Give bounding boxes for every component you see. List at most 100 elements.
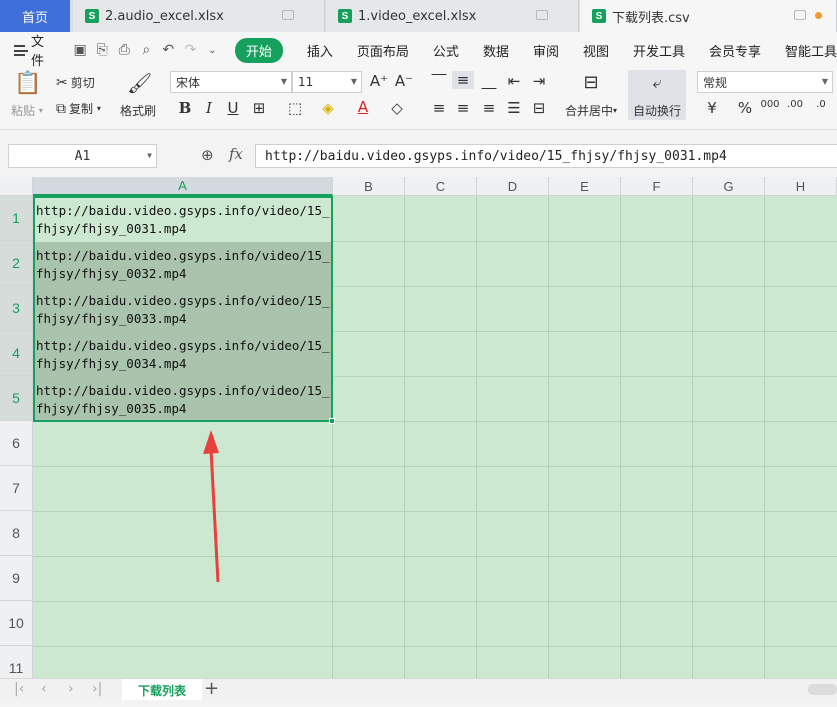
print-preview-icon[interactable]: ⌕: [140, 42, 153, 58]
select-all-corner[interactable]: [0, 177, 33, 196]
tab-video-excel[interactable]: S 1.video_excel.xlsx: [326, 0, 579, 32]
cell-a5[interactable]: http://baidu.video.gsyps.info/video/15_f…: [34, 377, 332, 422]
next-sheet-icon[interactable]: ›: [68, 681, 74, 697]
menu-developer[interactable]: 开发工具: [633, 41, 685, 60]
column-header-d[interactable]: D: [477, 177, 549, 196]
quick-access-dropdown-icon[interactable]: ⌄: [206, 42, 219, 58]
first-sheet-icon[interactable]: |‹: [14, 681, 24, 697]
cell-a2[interactable]: http://baidu.video.gsyps.info/video/15_f…: [34, 242, 332, 287]
bold-icon[interactable]: B: [174, 99, 196, 117]
menu-view[interactable]: 视图: [583, 41, 609, 60]
tab-window-icon[interactable]: [794, 10, 806, 20]
borders-icon[interactable]: ⊞: [248, 99, 270, 117]
redo-icon[interactable]: ↷: [184, 42, 197, 58]
align-left-icon[interactable]: ≡: [428, 99, 450, 117]
increase-font-icon[interactable]: A⁺: [368, 72, 390, 90]
export-icon[interactable]: ⎘: [96, 42, 109, 58]
row-header-5[interactable]: 5: [0, 376, 33, 421]
font-color-icon[interactable]: A: [352, 98, 374, 116]
copy-button[interactable]: ⧉ 复制 ▾: [56, 100, 101, 117]
format-painter-button[interactable]: 格式刷: [120, 102, 156, 119]
formula-input[interactable]: http://baidu.video.gsyps.info/video/15_f…: [255, 144, 837, 168]
column-header-e[interactable]: E: [549, 177, 621, 196]
undo-icon[interactable]: ↶: [162, 42, 175, 58]
row-header-11[interactable]: 11: [0, 646, 33, 678]
row-header-3[interactable]: 3: [0, 286, 33, 331]
row-header-6[interactable]: 6: [0, 421, 33, 466]
align-center-icon[interactable]: ≡: [452, 99, 474, 117]
column-header-a[interactable]: A: [33, 177, 333, 196]
spreadsheet-grid[interactable]: A B C D E F G H 1 2 3 4 5 6 7 8 9 10 11 …: [0, 177, 837, 678]
paste-icon[interactable]: 📋: [14, 71, 41, 96]
zoom-icon[interactable]: ⊕: [201, 146, 214, 164]
save-icon[interactable]: ▣: [73, 42, 86, 58]
underline-icon[interactable]: U: [222, 99, 244, 117]
menu-page-layout[interactable]: 页面布局: [357, 41, 409, 60]
justify-icon[interactable]: ☰: [503, 99, 525, 117]
decrease-decimal-icon[interactable]: .0: [810, 99, 832, 110]
add-sheet-icon[interactable]: +: [204, 678, 219, 699]
tab-window-icon[interactable]: [282, 10, 294, 20]
increase-indent-icon[interactable]: ⇥: [528, 72, 550, 90]
tab-home[interactable]: 首页: [0, 0, 70, 32]
row-header-2[interactable]: 2: [0, 241, 33, 286]
format-painter-icon[interactable]: 🖌: [127, 71, 152, 95]
number-format-select[interactable]: 常规 ▼: [697, 71, 833, 93]
column-header-g[interactable]: G: [693, 177, 765, 196]
fill-color-icon[interactable]: ◈: [317, 99, 339, 117]
column-header-b[interactable]: B: [333, 177, 405, 196]
font-name-select[interactable]: 宋体 ▼: [170, 71, 292, 93]
name-box[interactable]: A1 ▼: [8, 144, 157, 168]
cell-style-icon[interactable]: ⬚: [284, 99, 306, 117]
align-bottom-icon[interactable]: ⎽: [478, 72, 500, 90]
menu-formulas[interactable]: 公式: [433, 41, 459, 60]
last-sheet-icon[interactable]: ›|: [92, 681, 102, 697]
horizontal-scrollbar[interactable]: [808, 684, 837, 695]
menu-member[interactable]: 会员专享: [709, 41, 761, 60]
distributed-icon[interactable]: ⊟: [528, 99, 550, 117]
menu-smart-tools[interactable]: 智能工具: [785, 41, 837, 60]
tab-window-icon[interactable]: [536, 10, 548, 20]
row-header-8[interactable]: 8: [0, 511, 33, 556]
align-right-icon[interactable]: ≡: [478, 99, 500, 117]
italic-icon[interactable]: I: [198, 99, 220, 117]
font-size-select[interactable]: 11 ▼: [292, 71, 362, 93]
decrease-font-icon[interactable]: A⁻: [393, 72, 415, 90]
tab-download-list[interactable]: S 下载列表.csv: [580, 0, 837, 32]
merge-center-button[interactable]: 合并居中 ▾: [565, 102, 617, 119]
row-header-4[interactable]: 4: [0, 331, 33, 376]
align-middle-icon[interactable]: ≡: [452, 71, 474, 89]
menu-home[interactable]: 开始: [234, 37, 283, 63]
menu-review[interactable]: 审阅: [533, 41, 559, 60]
currency-icon[interactable]: ¥: [701, 99, 723, 117]
wrap-text-button[interactable]: ⤶ 自动换行: [628, 70, 686, 120]
row-header-9[interactable]: 9: [0, 556, 33, 601]
column-header-f[interactable]: F: [621, 177, 693, 196]
increase-decimal-icon[interactable]: .00: [784, 99, 806, 110]
row-header-1[interactable]: 1: [0, 196, 33, 241]
fill-handle[interactable]: [329, 418, 335, 424]
print-icon[interactable]: ⎙: [118, 42, 131, 58]
decrease-indent-icon[interactable]: ⇤: [503, 72, 525, 90]
column-header-c[interactable]: C: [405, 177, 477, 196]
fx-icon[interactable]: fx: [229, 145, 243, 163]
cell-a3[interactable]: http://baidu.video.gsyps.info/video/15_f…: [34, 287, 332, 332]
prev-sheet-icon[interactable]: ‹: [41, 681, 47, 697]
merge-center-icon[interactable]: ⊟: [580, 72, 602, 93]
clear-format-icon[interactable]: ◇: [386, 99, 408, 117]
menu-data[interactable]: 数据: [483, 41, 509, 60]
paste-button[interactable]: 粘贴 ▾: [11, 102, 43, 119]
row-header-10[interactable]: 10: [0, 601, 33, 646]
column-header-h[interactable]: H: [765, 177, 837, 196]
align-top-icon[interactable]: ⎺: [428, 72, 450, 90]
cell-a1[interactable]: http://baidu.video.gsyps.info/video/15_f…: [34, 197, 332, 242]
file-menu-button[interactable]: 文件: [14, 31, 51, 69]
row-header-7[interactable]: 7: [0, 466, 33, 511]
cut-button[interactable]: ✂ 剪切: [56, 74, 95, 91]
thousands-separator-icon[interactable]: 000: [759, 99, 781, 110]
percent-icon[interactable]: %: [734, 99, 756, 117]
cell-a4[interactable]: http://baidu.video.gsyps.info/video/15_f…: [34, 332, 332, 377]
sheet-tab-download-list[interactable]: 下载列表: [122, 679, 202, 701]
tab-audio-excel[interactable]: S 2.audio_excel.xlsx: [73, 0, 325, 32]
menu-insert[interactable]: 插入: [307, 41, 333, 60]
